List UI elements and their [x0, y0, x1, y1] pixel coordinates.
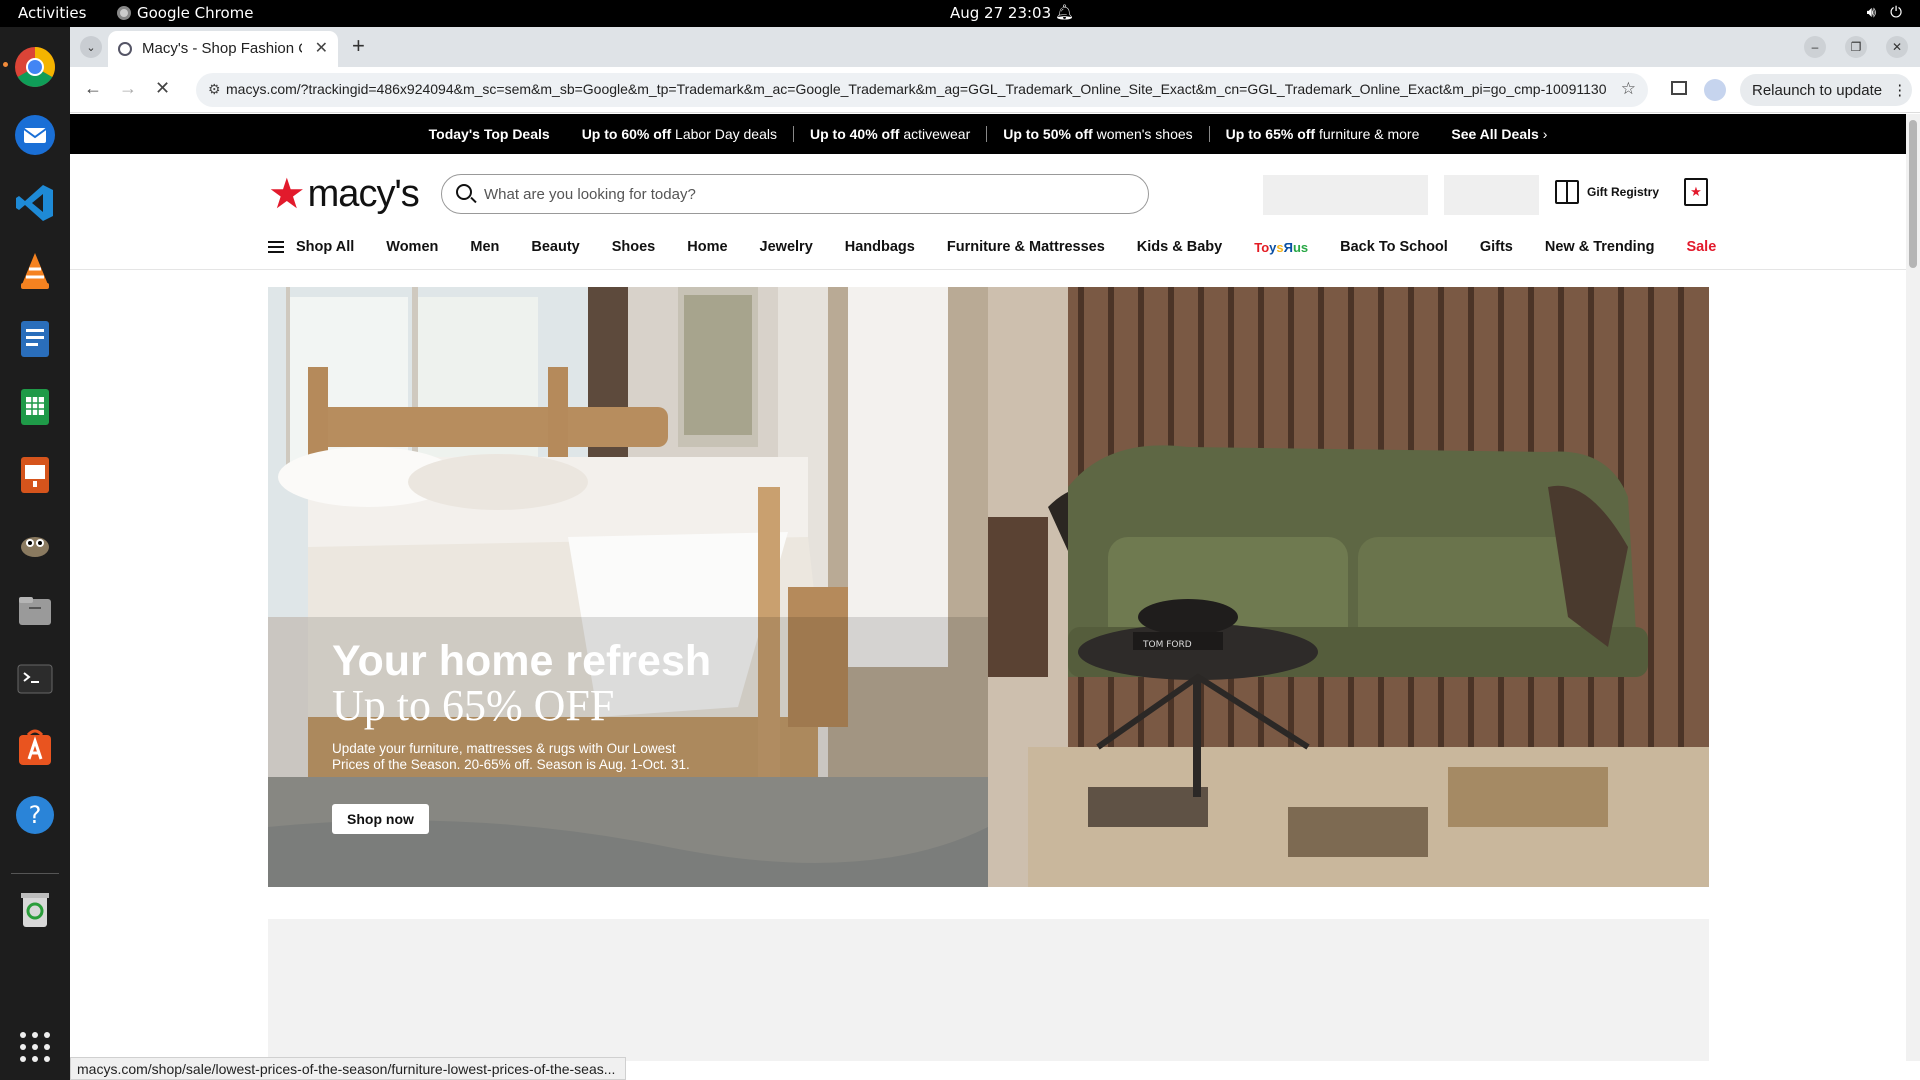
- hamburger-menu-icon[interactable]: [268, 241, 284, 253]
- clock[interactable]: Aug 27 23:03: [950, 4, 1051, 22]
- gimp-icon[interactable]: [11, 519, 59, 567]
- relaunch-label: Relaunch to update: [1752, 82, 1883, 99]
- see-all-deals-link[interactable]: See All Deals ›: [1435, 126, 1563, 142]
- terminal-icon[interactable]: [11, 655, 59, 703]
- system-tray[interactable]: 🔊︎ ⏻: [1867, 3, 1902, 21]
- account-placeholder: [1263, 175, 1428, 215]
- nav-handbags[interactable]: Handbags: [845, 239, 915, 255]
- site-info-icon[interactable]: ⚙: [208, 81, 221, 98]
- minimize-icon[interactable]: –: [1804, 36, 1826, 58]
- chrome-icon[interactable]: [11, 43, 59, 91]
- trash-icon[interactable]: [11, 885, 59, 933]
- help-icon[interactable]: ?: [11, 791, 59, 839]
- chevron-right-icon: ›: [1542, 126, 1548, 142]
- deal-labor-day[interactable]: Up to 60% off Labor Day deals: [566, 126, 793, 142]
- web-page: Today's Top Deals Up to 60% off Labor Da…: [70, 114, 1906, 1061]
- url-text[interactable]: macys.com/?trackingid=486x924094&m_sc=se…: [226, 81, 1606, 97]
- shop-now-button[interactable]: Shop now: [332, 804, 429, 834]
- tab-search-chevron-icon[interactable]: ⌄: [80, 36, 102, 58]
- app-name: Google Chrome: [137, 4, 254, 22]
- apps-grid-icon[interactable]: [11, 1023, 59, 1071]
- thunderbird-icon[interactable]: [11, 111, 59, 159]
- hero-description: Update your furniture, mattresses & rugs…: [332, 741, 690, 772]
- nav-kids-baby[interactable]: Kids & Baby: [1137, 239, 1222, 255]
- macys-star-icon: ★: [268, 170, 306, 217]
- link-status-bar: macys.com/shop/sale/lowest-prices-of-the…: [70, 1057, 627, 1080]
- bookmark-star-icon[interactable]: ☆: [1621, 79, 1636, 99]
- app-menu[interactable]: Google Chrome: [117, 4, 254, 22]
- hero-banner[interactable]: TOM FORD Your home refresh Up to 65% OFF…: [268, 287, 1709, 887]
- back-arrow-icon[interactable]: ←: [84, 78, 102, 99]
- scrollbar-thumb[interactable]: [1909, 120, 1917, 268]
- nav-toysrus-logo[interactable]: ToysЯus: [1254, 240, 1308, 255]
- volume-icon[interactable]: 🔊︎: [1867, 3, 1876, 21]
- hero-offer: Up to 65% OFF: [332, 681, 615, 730]
- loading-favicon-icon: [118, 42, 132, 56]
- macys-logo[interactable]: ★ macy's: [268, 170, 420, 217]
- chrome-small-icon: [117, 6, 131, 20]
- relaunch-button[interactable]: Relaunch to update ⋮: [1740, 74, 1912, 106]
- side-panel-icon[interactable]: [1671, 81, 1687, 95]
- shopping-bag-icon[interactable]: ★: [1684, 178, 1708, 206]
- deal-furniture[interactable]: Up to 65% off furniture & more: [1210, 126, 1436, 142]
- calc-icon[interactable]: [11, 383, 59, 431]
- files-icon[interactable]: [11, 587, 59, 635]
- store-placeholder: [1444, 175, 1539, 215]
- vlc-icon[interactable]: [11, 247, 59, 295]
- nav-sale[interactable]: Sale: [1686, 239, 1716, 255]
- nav-shoes[interactable]: Shoes: [612, 239, 656, 255]
- hero-headline: Your home refresh: [332, 637, 712, 685]
- nav-beauty[interactable]: Beauty: [531, 239, 579, 255]
- book-text: TOM FORD: [1142, 640, 1192, 650]
- search-icon[interactable]: [456, 184, 472, 200]
- nav-shop-all[interactable]: Shop All: [296, 239, 354, 255]
- main-nav: Shop All Women Men Beauty Shoes Home Jew…: [268, 235, 1768, 259]
- deals-bar: Today's Top Deals Up to 60% off Labor Da…: [70, 114, 1906, 154]
- nav-women[interactable]: Women: [386, 239, 438, 255]
- more-menu-icon[interactable]: ⋮: [1892, 82, 1907, 99]
- writer-icon[interactable]: [11, 315, 59, 363]
- gift-registry-label: Gift Registry: [1587, 185, 1660, 199]
- tab-macys[interactable]: Macy's - Shop Fashion Cl ✕: [108, 31, 338, 67]
- nav-back-to-school[interactable]: Back To School: [1340, 239, 1448, 255]
- stop-loading-icon[interactable]: ✕: [155, 78, 170, 99]
- system-top-bar: Activities Google Chrome Aug 27 23:03 🔔︎…: [0, 0, 1920, 27]
- nav-furniture-mattresses[interactable]: Furniture & Mattresses: [947, 239, 1105, 255]
- search-bar[interactable]: [441, 174, 1149, 214]
- address-bar[interactable]: ⚙ macys.com/?trackingid=486x924094&m_sc=…: [196, 73, 1648, 107]
- tab-title: Macy's - Shop Fashion Cl: [142, 40, 302, 57]
- notification-bell-icon[interactable]: 🔔︎: [1055, 3, 1074, 21]
- nav-new-trending[interactable]: New & Trending: [1545, 239, 1655, 255]
- impress-icon[interactable]: [11, 451, 59, 499]
- power-icon[interactable]: ⏻: [1890, 3, 1902, 21]
- search-input[interactable]: [482, 183, 1082, 205]
- deal-activewear[interactable]: Up to 40% off activewear: [794, 126, 986, 142]
- nav-men[interactable]: Men: [470, 239, 499, 255]
- tab-strip: [70, 27, 1920, 67]
- deal-womens-shoes[interactable]: Up to 50% off women's shoes: [987, 126, 1208, 142]
- hero-bedroom-image: [268, 287, 988, 887]
- profile-avatar-icon[interactable]: [1704, 79, 1726, 101]
- new-tab-plus-icon[interactable]: +: [352, 33, 365, 59]
- nav-jewelry[interactable]: Jewelry: [760, 239, 813, 255]
- activities-button[interactable]: Activities: [18, 4, 86, 22]
- vscode-icon[interactable]: [11, 179, 59, 227]
- dock: ?: [0, 27, 70, 1080]
- restore-icon[interactable]: ❐: [1845, 36, 1867, 58]
- svg-text:?: ?: [29, 801, 42, 829]
- nav-gifts[interactable]: Gifts: [1480, 239, 1513, 255]
- hero-copy: Your home refresh Up to 65% OFF Update y…: [332, 639, 772, 773]
- software-icon[interactable]: [11, 723, 59, 771]
- active-indicator: [3, 62, 8, 67]
- logo-wordmark: macy's: [307, 172, 420, 215]
- hero-living-room-image: TOM FORD: [988, 287, 1709, 887]
- window-close-icon[interactable]: ✕: [1886, 36, 1908, 58]
- gift-icon: [1555, 180, 1579, 204]
- forward-arrow-icon[interactable]: →: [119, 78, 137, 99]
- deal-top[interactable]: Today's Top Deals: [413, 126, 566, 142]
- nav-home[interactable]: Home: [687, 239, 727, 255]
- tab-close-icon[interactable]: ✕: [315, 38, 328, 58]
- gift-registry-link[interactable]: Gift Registry: [1555, 180, 1659, 204]
- content-loading-placeholder: [268, 919, 1709, 1061]
